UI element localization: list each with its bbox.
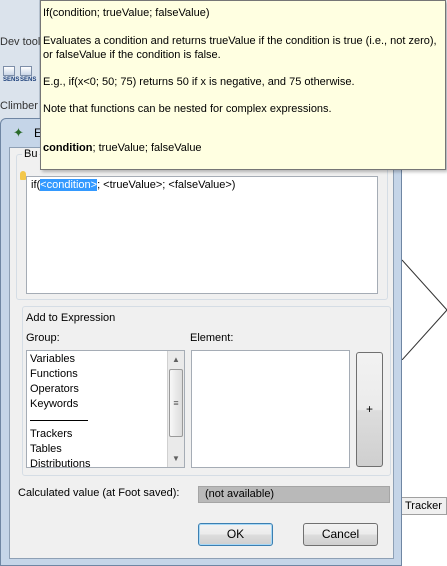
group-label: Group: [26, 332, 60, 344]
calculated-value-field: (not available) [198, 486, 390, 503]
list-item[interactable]: Keywords [27, 397, 184, 412]
list-item[interactable]: Trackers [27, 427, 184, 442]
scroll-thumb[interactable]: ≡ [169, 369, 183, 437]
ok-button[interactable]: OK [198, 523, 273, 546]
cancel-button[interactable]: Cancel [303, 523, 378, 546]
tracker-tab[interactable]: Tracker [401, 497, 447, 515]
tooltip-parameters: condition; trueValue; falseValue [43, 142, 202, 154]
element-listbox[interactable] [191, 350, 350, 468]
list-item[interactable]: Tables [27, 442, 184, 457]
diagram-lines [402, 259, 447, 360]
list-item[interactable]: Variables [27, 352, 184, 367]
scroll-down-icon[interactable]: ▼ [168, 450, 184, 467]
insert-button[interactable]: + [356, 352, 383, 467]
expression-text[interactable]: if(<condition>; <trueValue>; <falseValue… [31, 179, 235, 191]
scroll-up-icon[interactable]: ▲ [168, 351, 184, 368]
tooltip-note: Note that functions can be nested for co… [43, 103, 332, 115]
function-tooltip: If(condition; trueValue; falseValue) Eva… [40, 0, 446, 170]
app-icon: ✦ [13, 125, 24, 140]
tooltip-signature: If(condition; trueValue; falseValue) [43, 7, 210, 19]
climber-label: Climber [0, 100, 38, 112]
tooltip-example: E.g., if(x<0; 50; 75) returns 50 if x is… [43, 76, 355, 88]
sens-icon[interactable]: SENS [3, 66, 19, 83]
sens-icon[interactable]: SENS [20, 66, 36, 83]
selected-placeholder: <condition> [40, 179, 98, 191]
tooltip-param-current: condition [43, 142, 93, 154]
add-to-expression-title: Add to Expression [24, 312, 118, 324]
list-item[interactable]: Functions [27, 367, 184, 382]
list-item[interactable]: Operators [27, 382, 184, 397]
expression-editor[interactable]: if(<condition>; <trueValue>; <falseValue… [26, 176, 378, 294]
builder-group-title: Bu [22, 148, 40, 160]
calculated-value-label: Calculated value (at Foot saved): [18, 487, 180, 499]
list-separator [30, 420, 88, 421]
tooltip-description: Evaluates a condition and returns trueVa… [43, 35, 437, 61]
list-item[interactable]: Distributions [27, 457, 184, 467]
expression-dialog: ✦ E Bu if(<condition>; <trueValue>; <fal… [0, 118, 402, 566]
dialog-body: Bu if(<condition>; <trueValue>; <falseVa… [9, 147, 394, 559]
group-scrollbar[interactable]: ▲ ≡ ▼ [167, 351, 184, 467]
devtool-label: Dev tool [0, 36, 41, 48]
element-label: Element: [190, 332, 234, 344]
group-listbox[interactable]: Variables Functions Operators Keywords T… [26, 350, 185, 468]
